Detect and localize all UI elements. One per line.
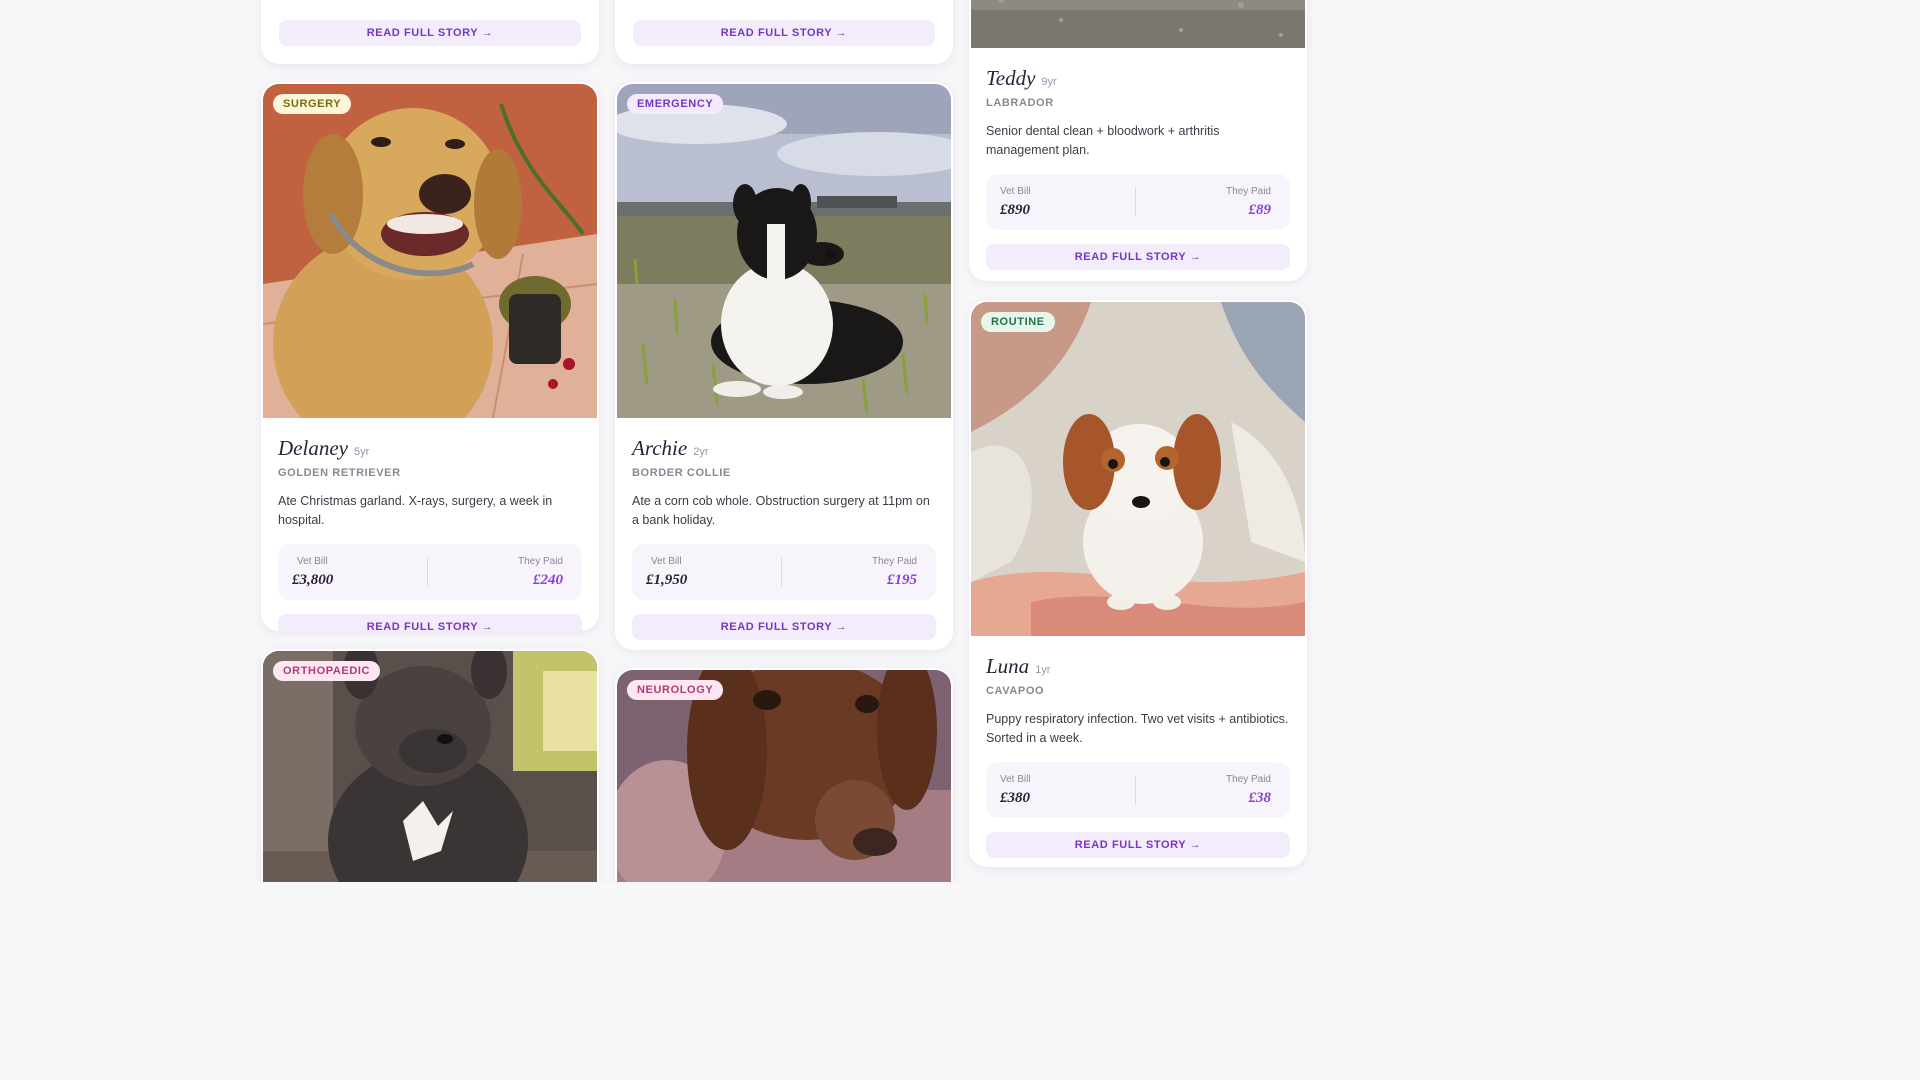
dog-photo-dachshund: NEUROLOGY [617, 670, 951, 882]
read-full-story-button[interactable]: READ FULL STORY → [986, 832, 1290, 858]
stories-grid: READ FULL STORY → READ FULL STORY → SURG… [0, 0, 1568, 882]
story-card-delaney: SURGERY Delaney 5yr GOLDEN RETRIEVER Ate… [261, 82, 599, 631]
story-card-partial: READ FULL STORY → [615, 0, 953, 64]
read-full-story-button[interactable]: READ FULL STORY → [278, 614, 582, 631]
pet-name: Luna [986, 654, 1030, 678]
story-card-dachshund: NEUROLOGY [615, 668, 953, 882]
pet-name: Delaney [278, 436, 348, 460]
read-full-story-button[interactable]: READ FULL STORY → [633, 20, 935, 46]
pet-age: 1yr [1035, 664, 1051, 676]
pet-breed: GOLDEN RETRIEVER [278, 467, 401, 479]
vet-bill-amount: £380 [1000, 789, 1030, 806]
bill-comparison: Vet Bill £3,800 They Paid £240 [278, 544, 582, 600]
story-description: Ate a corn cob whole. Obstruction surger… [632, 494, 930, 527]
pet-name: Teddy [986, 66, 1036, 90]
category-tag: EMERGENCY [627, 94, 724, 114]
dog-photo-border-collie: EMERGENCY [617, 84, 951, 418]
story-card-luna: ROUTINE Luna 1yr CAVAPOO Puppy respirato… [969, 300, 1307, 867]
pet-age: 2yr [693, 446, 709, 458]
dog-photo-cavapoo: ROUTINE [971, 302, 1305, 636]
read-full-story-button[interactable]: READ FULL STORY → [632, 614, 936, 640]
they-paid-label: They Paid [871, 555, 917, 567]
they-paid-label: They Paid [1225, 773, 1271, 785]
pet-breed: CAVAPOO [986, 685, 1045, 697]
bill-comparison: Vet Bill £380 They Paid £38 [986, 762, 1290, 818]
they-paid-label: They Paid [1225, 185, 1271, 197]
they-paid-amount: £89 [1248, 201, 1272, 218]
pet-age: 5yr [353, 446, 370, 458]
vet-bill-label: Vet Bill [1000, 773, 1031, 785]
story-card-teddy: Teddy 9yr LABRADOR Senior dental clean +… [969, 0, 1307, 281]
pet-name: Archie [632, 436, 688, 460]
story-card-partial: READ FULL STORY → [261, 0, 599, 64]
pet-age: 9yr [1041, 76, 1057, 88]
dog-photo-golden-retriever: SURGERY [263, 84, 597, 418]
read-full-story-button[interactable]: READ FULL STORY → [279, 20, 581, 46]
story-card-archie: EMERGENCY Archie 2yr BORDER COLLIE Ate a… [615, 82, 953, 650]
category-tag: ORTHOPAEDIC [273, 661, 381, 681]
story-description: Puppy respiratory infection. Two vet vis… [986, 712, 1289, 745]
dog-photo-french-bulldog: ORTHOPAEDIC [263, 651, 597, 882]
category-tag: SURGERY [273, 94, 352, 114]
story-card-frenchie: ORTHOPAEDIC [261, 649, 599, 882]
vet-bill-label: Vet Bill [297, 555, 328, 567]
read-full-story-button[interactable]: READ FULL STORY → [986, 244, 1290, 270]
pet-breed: BORDER COLLIE [632, 467, 731, 479]
they-paid-label: They Paid [517, 555, 563, 567]
bill-comparison: Vet Bill £890 They Paid £89 [986, 174, 1290, 230]
vet-bill-amount: £3,800 [292, 571, 334, 588]
story-description: Ate Christmas garland. X-rays, surgery, … [278, 494, 553, 527]
they-paid-amount: £240 [533, 571, 563, 588]
vet-bill-label: Vet Bill [651, 555, 682, 567]
vet-bill-amount: £890 [1000, 201, 1030, 218]
vet-bill-amount: £1,950 [646, 571, 688, 588]
dog-photo-labrador [971, 0, 1305, 48]
pet-breed: LABRADOR [986, 97, 1054, 109]
they-paid-amount: £195 [887, 571, 917, 588]
they-paid-amount: £38 [1248, 789, 1272, 806]
bill-comparison: Vet Bill £1,950 They Paid £195 [632, 544, 936, 600]
vet-bill-label: Vet Bill [1000, 185, 1031, 197]
category-tag: ROUTINE [981, 312, 1055, 332]
story-description: Senior dental clean + bloodwork + arthri… [986, 124, 1220, 157]
category-tag: NEUROLOGY [627, 680, 724, 700]
